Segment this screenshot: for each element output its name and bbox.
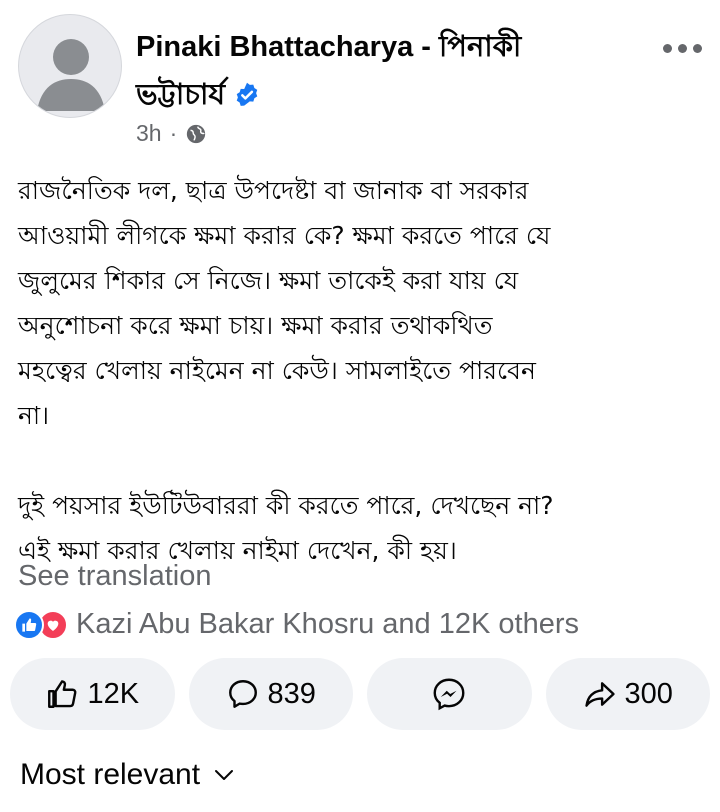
reactions-text: Kazi Abu Bakar Khosru and 12K others — [76, 608, 579, 640]
messenger-button[interactable] — [367, 658, 532, 730]
post-meta: 3h · — [136, 120, 207, 147]
body-line: মহত্বের খেলায় নাইমেন না কেউ। সামলাইতে প… — [18, 356, 536, 385]
post-body: রাজনৈতিক দল, ছাত্র উপদেষ্টা বা জানাক বা … — [18, 168, 708, 573]
like-reaction-icon — [14, 609, 44, 640]
post-actions: 12K 839 300 — [10, 658, 710, 730]
post-time[interactable]: 3h — [136, 120, 162, 147]
post-header: Pinaki Bhattacharya - পিনাকী ভট্টাচার্য … — [0, 0, 720, 160]
avatar-placeholder-icon — [37, 39, 105, 111]
meta-separator: · — [169, 120, 178, 146]
sort-label: Most relevant — [20, 758, 201, 791]
more-options-icon[interactable] — [663, 44, 702, 53]
reaction-badges — [14, 609, 68, 640]
like-button[interactable]: 12K — [10, 658, 175, 730]
author-name-line2[interactable]: ভট্টাচার্য — [136, 78, 225, 112]
comment-count: 839 — [267, 677, 316, 710]
avatar[interactable] — [18, 14, 122, 118]
body-line: আওয়ামী লীগকে ক্ষমা করার কে? ক্ষমা করতে … — [18, 221, 551, 250]
author-name-continued[interactable]: ভট্টাচার্য — [136, 78, 261, 112]
see-translation-link[interactable]: See translation — [18, 560, 211, 593]
author-name[interactable]: Pinaki Bhattacharya - পিনাকী — [136, 30, 636, 64]
body-line: না। — [18, 401, 50, 430]
body-line: রাজনৈতিক দল, ছাত্র উপদেষ্টা বা জানাক বা … — [18, 176, 529, 205]
comment-button[interactable]: 839 — [188, 658, 353, 730]
like-icon — [48, 680, 77, 708]
comment-icon — [228, 680, 257, 708]
globe-icon — [187, 124, 206, 143]
body-line: অনুশোচনা করে ক্ষমা চায়। ক্ষমা করার তথাক… — [18, 311, 493, 340]
share-count: 300 — [624, 677, 673, 710]
like-count: 12K — [87, 677, 140, 710]
share-button[interactable]: 300 — [545, 658, 710, 730]
reactions-summary[interactable]: Kazi Abu Bakar Khosru and 12K others — [14, 608, 579, 641]
share-icon — [584, 682, 615, 707]
body-line: দুই পয়সার ইউটিউবাররা কী করতে পারে, দেখছ… — [18, 491, 554, 520]
comment-sort-dropdown[interactable]: Most relevant — [20, 758, 236, 792]
verified-badge-icon — [236, 82, 258, 106]
chevron-down-icon — [215, 770, 234, 780]
body-line: জুলুমের শিকার সে নিজে। ক্ষমা তাকেই করা য… — [18, 266, 519, 295]
messenger-icon — [433, 678, 465, 711]
